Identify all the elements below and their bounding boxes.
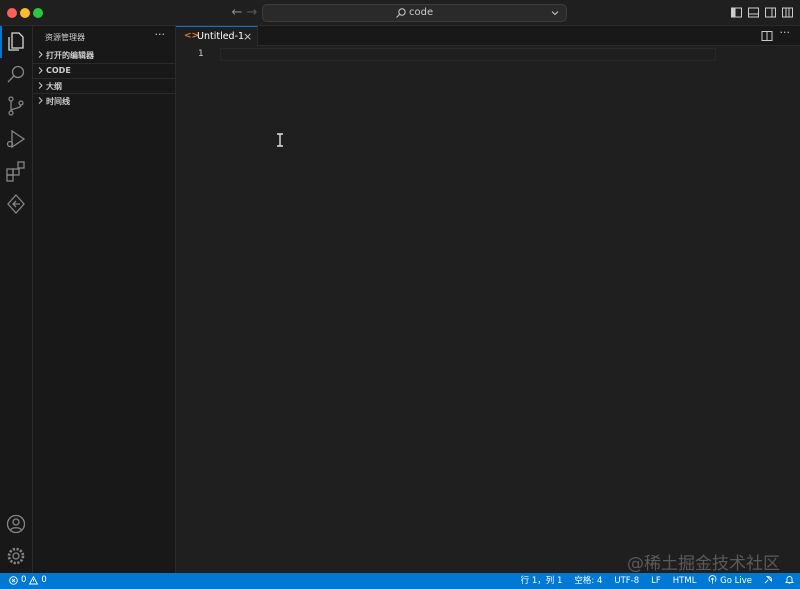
search-icon (396, 8, 406, 18)
explorer-sidebar: 资源管理器 ··· 打开的编辑器 CODE 大纲 时间线 (33, 26, 176, 573)
notifications-bell-icon[interactable] (779, 573, 800, 589)
run-debug-icon[interactable] (4, 127, 28, 151)
section-label: 时间线 (46, 97, 70, 106)
end-of-line[interactable]: LF (645, 573, 667, 589)
section-label: 打开的编辑器 (46, 51, 94, 60)
tab-untitled-1[interactable]: <> Untitled-1 × (176, 26, 258, 47)
navigate-forward-icon[interactable]: → (244, 5, 260, 21)
window-minimize-button[interactable] (20, 8, 30, 18)
section-workspace-folder[interactable]: CODE (33, 63, 176, 78)
cursor-position[interactable]: 行 1，列 1 (515, 573, 569, 589)
explorer-icon[interactable] (0, 26, 28, 58)
section-outline[interactable]: 大纲 (33, 78, 176, 93)
indentation[interactable]: 空格: 4 (568, 573, 608, 589)
command-center-label: code (409, 7, 434, 18)
editor-more-actions[interactable]: ··· (780, 26, 791, 39)
section-timeline[interactable]: 时间线 (33, 93, 176, 108)
editor-tab-bar: <> Untitled-1 × ··· (176, 26, 800, 47)
go-live-button[interactable]: Go Live (702, 573, 758, 589)
remote-explorer-icon[interactable] (4, 192, 28, 216)
section-label: 大纲 (46, 82, 62, 91)
current-line-highlight[interactable] (220, 48, 716, 61)
sidebar-more-actions[interactable]: ··· (155, 28, 166, 41)
toggle-panel-icon[interactable] (747, 6, 760, 19)
toggle-sidebar-icon[interactable] (730, 6, 743, 19)
close-icon[interactable]: × (243, 30, 252, 43)
toggle-secondary-sidebar-icon[interactable] (764, 6, 777, 19)
status-bar-right: 行 1，列 1 空格: 4 UTF-8 LF HTML Go Live (515, 573, 800, 589)
command-center-search[interactable]: code (262, 4, 567, 22)
chevron-down-icon[interactable] (549, 7, 561, 19)
source-control-icon[interactable] (4, 94, 28, 118)
problems-indicator[interactable]: 0 0 (9, 575, 47, 585)
encoding[interactable]: UTF-8 (608, 573, 645, 589)
warning-count: 0 (41, 575, 47, 585)
window-close-button[interactable] (7, 8, 17, 18)
editor-area: <> Untitled-1 × ··· 1 @稀土掘金技术社区 (176, 26, 800, 574)
sidebar-title: 资源管理器 (45, 33, 85, 42)
navigate-back-icon[interactable]: ← (229, 5, 245, 21)
window-maximize-button[interactable] (33, 8, 43, 18)
customize-layout-icon[interactable] (781, 6, 794, 19)
search-icon[interactable] (4, 62, 28, 86)
broadcast-icon (709, 575, 717, 584)
activity-bar (0, 26, 33, 573)
layout-controls (730, 6, 794, 19)
tab-label: Untitled-1 (197, 31, 245, 42)
section-label: CODE (46, 66, 71, 75)
title-bar: ← → code (0, 0, 800, 26)
status-bar: 0 0 行 1，列 1 空格: 4 UTF-8 LF HTML Go Live (0, 573, 800, 589)
language-mode[interactable]: HTML (667, 573, 703, 589)
warning-icon (29, 575, 39, 584)
text-cursor-icon (277, 133, 283, 147)
manage-gear-icon[interactable] (4, 544, 28, 568)
feedback-icon[interactable] (758, 573, 779, 589)
chevron-right-icon (38, 82, 43, 89)
error-icon (9, 575, 18, 585)
chevron-right-icon (38, 97, 43, 104)
go-live-label: Go Live (720, 576, 752, 586)
split-editor-icon[interactable] (761, 30, 773, 42)
extensions-icon[interactable] (4, 159, 28, 183)
chevron-right-icon (38, 67, 43, 74)
line-number: 1 (198, 49, 204, 59)
chevron-right-icon (38, 51, 43, 58)
section-open-editors[interactable]: 打开的编辑器 (33, 48, 176, 63)
watermark: @稀土掘金技术社区 (627, 554, 780, 574)
accounts-icon[interactable] (4, 512, 28, 536)
error-count: 0 (21, 575, 27, 585)
